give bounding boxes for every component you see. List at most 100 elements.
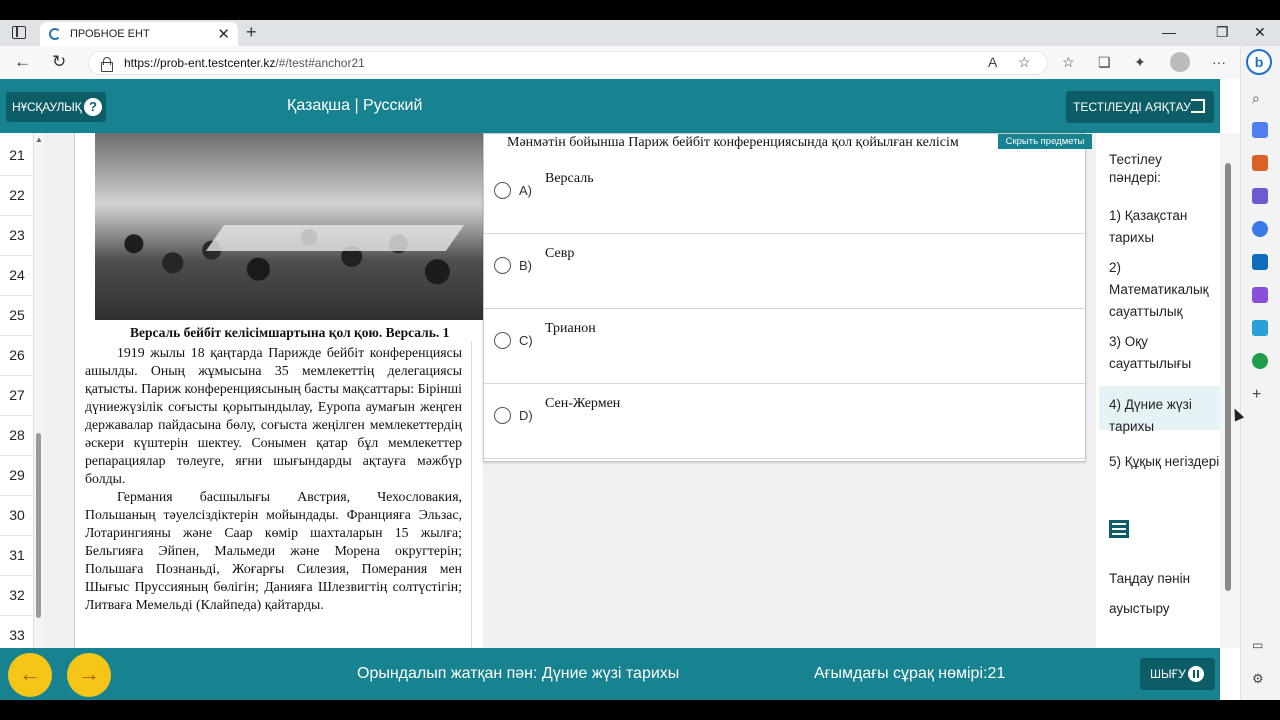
scroll-up-arrow-icon[interactable]: ▲ (35, 135, 43, 144)
question-number-divider (0, 535, 33, 536)
option-letter: D) (519, 408, 533, 423)
subject-item[interactable]: 3) Оқу сауаттылығы (1099, 331, 1220, 375)
favorites-icon[interactable]: ☆ (1062, 54, 1075, 70)
back-arrow-icon[interactable]: ← (14, 52, 31, 72)
question-number-divider (0, 215, 33, 216)
top-black-bar (0, 0, 1280, 20)
option-text: Сен-Жермен (545, 396, 621, 411)
minimize-button[interactable]: — (1162, 21, 1176, 43)
radio-button[interactable] (494, 257, 511, 274)
language-switch[interactable]: Қазақша | Русский (287, 97, 422, 115)
current-question-text: Ағымдағы сұрақ нөмірі:21 (814, 665, 1006, 682)
page-scrollbar[interactable] (1220, 133, 1240, 648)
site-favicon-icon (49, 28, 61, 40)
question-list-scrollbar[interactable]: ▲ (34, 133, 44, 648)
hide-subjects-button[interactable]: Скрыть предметы (998, 134, 1092, 149)
question-number-item[interactable]: 32 (0, 587, 33, 603)
profile-avatar[interactable] (1170, 52, 1190, 72)
answer-option[interactable]: C) Трианон (484, 309, 1085, 384)
switch-subject-link[interactable]: Таңдау пәнін ауыстыру (1109, 564, 1209, 624)
browser-tab[interactable]: ПРОБНОЕ ЕНТ ✕ (40, 22, 238, 46)
answer-option[interactable]: A) Версаль (484, 159, 1085, 234)
question-number-divider (0, 575, 33, 576)
question-number-item[interactable]: 27 (0, 387, 33, 403)
favorite-star-icon[interactable]: ☆ (1018, 54, 1031, 70)
question-number-divider (0, 495, 33, 496)
url-field[interactable]: https://prob-ent.testcenter.kz/#/test#an… (88, 51, 1048, 75)
window-close-button[interactable]: ✕ (1254, 21, 1266, 43)
subjects-panel: Тестілеу пәндері: 1) Қазақстан тарихы 2) … (1096, 133, 1220, 648)
option-text: Севр (545, 246, 575, 261)
address-bar-row: ← ↻ https://prob-ent.testcenter.kz/#/tes… (0, 46, 1240, 79)
question-number-item[interactable]: 22 (0, 187, 33, 203)
question-number-item[interactable]: 23 (0, 227, 33, 243)
subject-item[interactable]: 1) Қазақстан тарихы (1099, 205, 1220, 249)
tree-icon[interactable] (1252, 353, 1268, 369)
option-letter: C) (519, 333, 533, 348)
copilot-icon[interactable]: b (1246, 49, 1272, 75)
split-screen-icon[interactable]: ▭ (1252, 638, 1268, 654)
tab-close-icon[interactable]: ✕ (217, 25, 230, 43)
search-icon[interactable]: ⌕ (1252, 90, 1268, 106)
sidebar-settings-gear-icon[interactable]: ⚙ (1252, 671, 1268, 687)
guide-button[interactable]: НҰСҚАУЛЫҚ ? (6, 92, 106, 122)
menu-list-icon[interactable] (1109, 520, 1129, 538)
outlook-icon[interactable] (1252, 254, 1268, 270)
designer-icon[interactable] (1252, 287, 1268, 303)
drop-icon[interactable] (1252, 320, 1268, 336)
subject-item[interactable]: 5) Құқық негіздері (1099, 451, 1220, 495)
restore-button[interactable]: ❐ (1216, 21, 1229, 43)
option-text: Трианон (545, 321, 596, 336)
question-number-item[interactable]: 30 (0, 507, 33, 523)
question-number-list: 21 22 23 24 25 26 27 28 29 30 31 32 33 (0, 133, 34, 648)
refresh-icon[interactable]: ↻ (52, 52, 66, 72)
answer-option[interactable]: D) Сен-Жермен (484, 384, 1085, 459)
passage-panel: Версаль бейбіт келісімшартына қол қою. В… (74, 133, 483, 648)
next-question-button[interactable]: → (67, 653, 111, 697)
subject-item[interactable]: 2) Математикалық сауаттылық (1099, 257, 1220, 323)
passage-text: 1919 жылы 18 қаңтарда Парижде бейбіт кон… (85, 344, 462, 614)
games-icon[interactable] (1252, 188, 1268, 204)
radio-button[interactable] (494, 332, 511, 349)
tools-icon[interactable] (1252, 155, 1268, 171)
question-number-item[interactable]: 28 (0, 427, 33, 443)
option-text: Версаль (545, 171, 594, 186)
question-number-divider (0, 295, 33, 296)
photo-table (205, 225, 465, 251)
tab-actions-icon[interactable] (12, 26, 26, 39)
question-number-item[interactable]: 29 (0, 467, 33, 483)
scrollbar-thumb[interactable] (36, 433, 41, 618)
subjects-title: Тестілеу пәндері: (1109, 152, 1162, 185)
question-number-item[interactable]: 33 (0, 627, 33, 643)
question-number-item[interactable]: 25 (0, 307, 33, 323)
more-menu-icon[interactable]: ··· (1212, 54, 1226, 70)
question-number-item[interactable]: 21 (0, 147, 33, 163)
tab-title: ПРОБНОЕ ЕНТ (70, 28, 150, 40)
collections-icon[interactable]: ❏ (1098, 54, 1111, 70)
extensions-icon[interactable]: ✦ (1134, 54, 1146, 70)
previous-question-button[interactable]: ← (8, 653, 52, 697)
new-tab-button[interactable]: + (246, 21, 257, 43)
current-subject-text: Орындалып жатқан пән: Дүние жүзі тарихы (357, 665, 680, 682)
versailles-signing-photo (95, 133, 483, 320)
read-aloud-icon[interactable]: A (988, 54, 997, 70)
shopping-icon[interactable] (1252, 122, 1268, 138)
question-number-item[interactable]: 24 (0, 267, 33, 283)
browser-tab-strip: ПРОБНОЕ ЕНТ ✕ (0, 20, 1280, 46)
exit-button[interactable]: ШЫҒУ (1140, 658, 1215, 690)
passage-paragraph-2: Германия басшылығы Австрия, Чехословакия… (85, 489, 462, 612)
add-sidebar-app-icon[interactable]: + (1252, 386, 1268, 403)
subject-item[interactable]: 4) Дүние жүзі тарихы (1099, 386, 1220, 434)
question-number-divider (0, 255, 33, 256)
microsoft365-icon[interactable] (1252, 221, 1268, 237)
question-number-item[interactable]: 31 (0, 547, 33, 563)
page-scrollbar-thumb[interactable] (1225, 163, 1231, 591)
radio-button[interactable] (494, 407, 511, 424)
answer-option[interactable]: B) Севр (484, 234, 1085, 309)
finish-test-label: ТЕСТІЛЕУДІ АЯҚТАУ (1073, 100, 1191, 114)
screen: ПРОБНОЕ ЕНТ ✕ + — ❐ ✕ ← ↻ https://prob-e… (0, 0, 1280, 720)
question-number-divider (0, 375, 33, 376)
question-number-item[interactable]: 26 (0, 347, 33, 363)
finish-test-button[interactable]: ТЕСТІЛЕУДІ АЯҚТАУ (1066, 91, 1214, 123)
radio-button[interactable] (494, 182, 511, 199)
